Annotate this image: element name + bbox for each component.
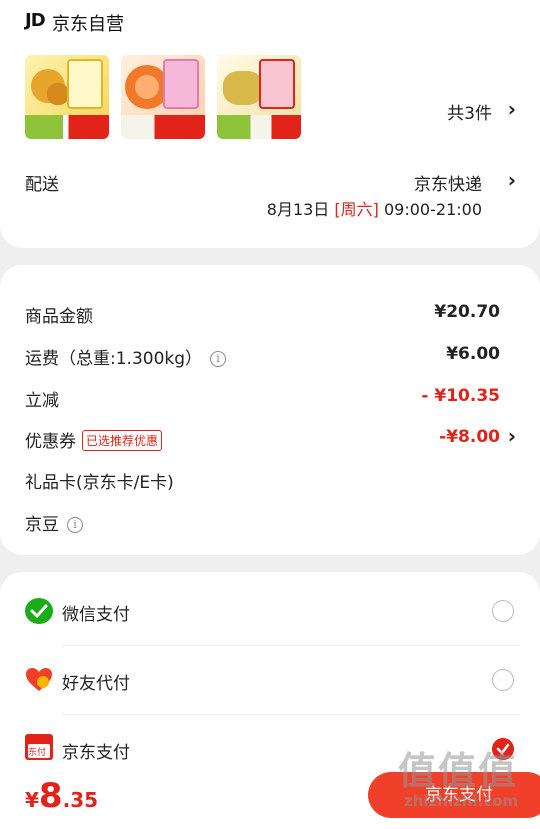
- total-decimal: .35: [62, 788, 99, 812]
- payment-label: 微信支付: [62, 605, 130, 625]
- discount-value: - ¥10.35: [421, 386, 500, 406]
- freight-value: ¥6.00: [446, 344, 500, 364]
- coupon-row[interactable]: 优惠券 已选推荐优惠: [25, 427, 163, 452]
- giftcard-label[interactable]: 礼品卡(京东卡/E卡): [25, 468, 174, 493]
- chevron-right-icon[interactable]: ›: [508, 424, 516, 448]
- delivery-window: 09:00-21:00: [384, 200, 482, 219]
- product-thumbnail-3[interactable]: [217, 55, 301, 139]
- jd-pay-icon: 东付: [25, 734, 53, 760]
- heart-icon: [25, 667, 53, 693]
- jingdou-row[interactable]: 京豆 i: [25, 510, 83, 535]
- price-card: 商品金额 ¥20.70 运费（总重:1.300kg） i ¥6.00 立减 - ¥…: [0, 265, 540, 555]
- discount-label: 立减: [25, 391, 59, 411]
- info-icon[interactable]: i: [67, 517, 83, 533]
- freight-row: 运费（总重:1.300kg） i: [25, 344, 227, 369]
- payment-option-wechat[interactable]: 微信支付: [0, 578, 540, 646]
- jd-logo: JD: [25, 10, 46, 31]
- payment-label: 京东支付: [62, 743, 130, 763]
- product-thumbnail-1[interactable]: [25, 55, 109, 139]
- goods-amount-label: 商品金额: [25, 307, 93, 327]
- wechat-pay-icon: [25, 598, 53, 624]
- payment-option-friend[interactable]: 好友代付: [0, 647, 540, 715]
- payment-label: 好友代付: [62, 674, 130, 694]
- coupon-tag: 已选推荐优惠: [82, 430, 163, 451]
- item-count[interactable]: 共3件: [447, 99, 492, 124]
- product-thumbnail-2[interactable]: [121, 55, 205, 139]
- delivery-weekday: [周六]: [334, 200, 379, 219]
- chevron-right-icon[interactable]: ›: [508, 168, 516, 192]
- divider: [62, 714, 520, 715]
- delivery-label: 配送: [25, 175, 59, 195]
- total-integer: 8: [38, 776, 63, 816]
- store-card: JD 京东自营 共3件 › 配送 京东快递 › 8月13日 [周六] 09:00…: [0, 0, 540, 248]
- delivery-time[interactable]: 8月13日 [周六] 09:00-21:00: [267, 196, 482, 220]
- delivery-date: 8月13日: [266, 200, 330, 219]
- jingdou-label: 京豆: [25, 515, 59, 535]
- goods-amount-value: ¥20.70: [434, 302, 500, 322]
- watermark: 值值值 zhizhizhi.com: [398, 740, 528, 829]
- radio-button[interactable]: [492, 669, 514, 691]
- divider: [62, 645, 520, 646]
- coupon-label: 优惠券: [25, 432, 76, 452]
- total-price: ¥8.35: [25, 776, 98, 816]
- coupon-value[interactable]: -¥8.00: [439, 427, 500, 447]
- store-name[interactable]: 京东自营: [52, 10, 124, 36]
- freight-label: 运费（总重:1.300kg）: [25, 349, 203, 369]
- currency-symbol: ¥: [25, 788, 39, 812]
- watermark-logo: 值值值: [398, 748, 519, 793]
- watermark-url: zhizhizhi.com: [404, 792, 519, 810]
- info-icon[interactable]: i: [210, 351, 227, 367]
- payment-card: 微信支付 好友代付 东付 京东支付: [0, 572, 540, 763]
- radio-button[interactable]: [492, 600, 514, 622]
- delivery-method[interactable]: 京东快递: [414, 170, 482, 195]
- chevron-right-icon[interactable]: ›: [508, 97, 516, 121]
